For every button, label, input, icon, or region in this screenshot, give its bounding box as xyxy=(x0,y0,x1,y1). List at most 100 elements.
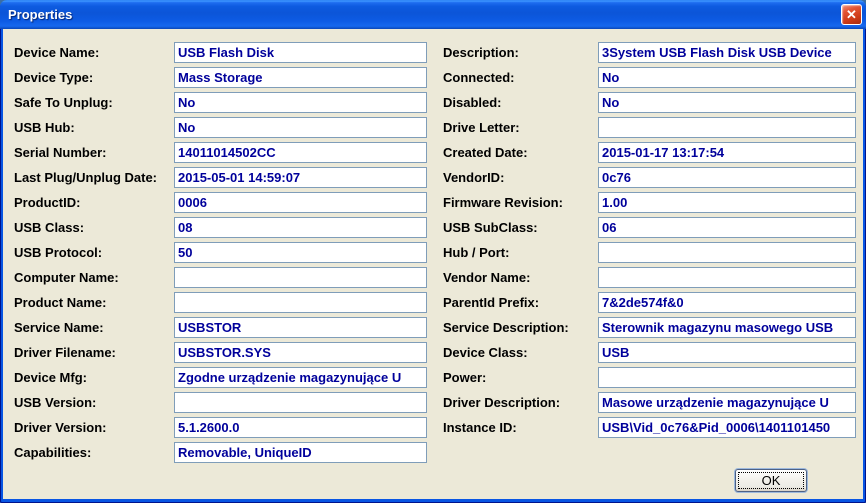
dialog-body: Device Name: USB Flash Disk Device Type:… xyxy=(3,29,863,499)
titlebar[interactable]: Properties ✕ xyxy=(0,0,866,29)
property-value-field[interactable]: Sterownik magazynu masowego USB xyxy=(598,317,856,338)
property-value-field[interactable]: No xyxy=(598,92,856,113)
property-value-field[interactable]: 5.1.2600.0 xyxy=(174,417,427,438)
property-label: Device Type: xyxy=(14,70,94,85)
property-row: USB Hub: No xyxy=(11,115,427,140)
property-row: Created Date: 2015-01-17 13:17:54 xyxy=(440,140,856,165)
property-row: Vendor Name: xyxy=(440,265,856,290)
property-label: Service Description: xyxy=(443,320,569,335)
property-value-field[interactable]: USB xyxy=(598,342,856,363)
property-label: Created Date: xyxy=(443,145,528,160)
property-label: ProductID: xyxy=(14,195,81,210)
property-row: ProductID: 0006 xyxy=(11,190,427,215)
property-row: Capabilities: Removable, UniqueID xyxy=(11,440,427,465)
property-value-field[interactable]: USBSTOR xyxy=(174,317,427,338)
property-label: Service Name: xyxy=(14,320,104,335)
property-label: Last Plug/Unplug Date: xyxy=(14,170,157,185)
property-label: USB SubClass: xyxy=(443,220,538,235)
property-row: Product Name: xyxy=(11,290,427,315)
property-row: Serial Number: 14011014502CC xyxy=(11,140,427,165)
property-label: Serial Number: xyxy=(14,145,107,160)
property-label: USB Hub: xyxy=(14,120,75,135)
property-row: Hub / Port: xyxy=(440,240,856,265)
property-label: Device Mfg: xyxy=(14,370,87,385)
property-value-field[interactable]: 2015-01-17 13:17:54 xyxy=(598,142,856,163)
property-value-field[interactable] xyxy=(598,267,856,288)
property-row: Service Description: Sterownik magazynu … xyxy=(440,315,856,340)
property-row: Instance ID: USB\Vid_0c76&Pid_0006\14011… xyxy=(440,415,856,440)
property-label: Drive Letter: xyxy=(443,120,520,135)
property-label: Safe To Unplug: xyxy=(14,95,113,110)
property-value-field[interactable]: 0006 xyxy=(174,192,427,213)
property-row: Driver Filename: USBSTOR.SYS xyxy=(11,340,427,365)
property-label: VendorID: xyxy=(443,170,505,185)
property-value-field[interactable] xyxy=(174,392,427,413)
property-value-field[interactable]: USBSTOR.SYS xyxy=(174,342,427,363)
property-value-field[interactable]: 3System USB Flash Disk USB Device xyxy=(598,42,856,63)
property-value-field[interactable]: 7&2de574f&0 xyxy=(598,292,856,313)
property-row: Drive Letter: xyxy=(440,115,856,140)
property-row: USB SubClass: 06 xyxy=(440,215,856,240)
right-column: Description: 3System USB Flash Disk USB … xyxy=(440,40,856,440)
property-label: Hub / Port: xyxy=(443,245,510,260)
property-value-field[interactable] xyxy=(174,267,427,288)
property-value-field[interactable]: 08 xyxy=(174,217,427,238)
ok-button[interactable]: OK xyxy=(735,469,807,492)
property-row: USB Protocol: 50 xyxy=(11,240,427,265)
property-value-field[interactable]: 14011014502CC xyxy=(174,142,427,163)
property-value-field[interactable]: USB Flash Disk xyxy=(174,42,427,63)
property-value-field[interactable]: 50 xyxy=(174,242,427,263)
property-value-field[interactable] xyxy=(598,367,856,388)
property-label: ParentId Prefix: xyxy=(443,295,540,310)
property-label: Driver Description: xyxy=(443,395,561,410)
property-label: Vendor Name: xyxy=(443,270,531,285)
property-row: Device Type: Mass Storage xyxy=(11,65,427,90)
property-value-field[interactable]: No xyxy=(174,92,427,113)
property-row: Firmware Revision: 1.00 xyxy=(440,190,856,215)
property-label: USB Protocol: xyxy=(14,245,103,260)
property-row: Computer Name: xyxy=(11,265,427,290)
property-value-field[interactable]: 06 xyxy=(598,217,856,238)
property-label: Instance ID: xyxy=(443,420,517,435)
property-value-field[interactable]: Zgodne urządzenie magazynujące U xyxy=(174,367,427,388)
property-label: Computer Name: xyxy=(14,270,119,285)
property-label: Capabilities: xyxy=(14,445,92,460)
property-value-field[interactable]: No xyxy=(598,67,856,88)
property-row: Power: xyxy=(440,365,856,390)
property-value-field[interactable]: Mass Storage xyxy=(174,67,427,88)
property-row: Device Class: USB xyxy=(440,340,856,365)
property-value-field[interactable]: USB\Vid_0c76&Pid_0006\1401101450 xyxy=(598,417,856,438)
property-row: Disabled: No xyxy=(440,90,856,115)
close-icon: ✕ xyxy=(846,7,857,22)
window-title: Properties xyxy=(8,7,73,22)
property-row: Safe To Unplug: No xyxy=(11,90,427,115)
property-value-field[interactable]: 1.00 xyxy=(598,192,856,213)
property-row: USB Version: xyxy=(11,390,427,415)
property-value-field[interactable]: No xyxy=(174,117,427,138)
property-row: Device Mfg: Zgodne urządzenie magazynują… xyxy=(11,365,427,390)
property-value-field[interactable]: 0c76 xyxy=(598,167,856,188)
property-row: VendorID: 0c76 xyxy=(440,165,856,190)
close-button[interactable]: ✕ xyxy=(841,4,862,25)
property-value-field[interactable]: Masowe urządzenie magazynujące U xyxy=(598,392,856,413)
property-label: USB Version: xyxy=(14,395,97,410)
property-value-field[interactable]: 2015-05-01 14:59:07 xyxy=(174,167,427,188)
property-label: Description: xyxy=(443,45,519,60)
property-row: Driver Description: Masowe urządzenie ma… xyxy=(440,390,856,415)
property-row: Description: 3System USB Flash Disk USB … xyxy=(440,40,856,65)
property-label: Firmware Revision: xyxy=(443,195,563,210)
property-value-field[interactable] xyxy=(174,292,427,313)
property-value-field[interactable] xyxy=(598,117,856,138)
property-row: Driver Version: 5.1.2600.0 xyxy=(11,415,427,440)
property-label: Disabled: xyxy=(443,95,502,110)
property-row: Last Plug/Unplug Date: 2015-05-01 14:59:… xyxy=(11,165,427,190)
property-row: Connected: No xyxy=(440,65,856,90)
property-value-field[interactable] xyxy=(598,242,856,263)
property-label: USB Class: xyxy=(14,220,85,235)
property-label: Driver Filename: xyxy=(14,345,116,360)
property-row: Device Name: USB Flash Disk xyxy=(11,40,427,65)
property-label: Driver Version: xyxy=(14,420,107,435)
property-label: Connected: xyxy=(443,70,515,85)
property-value-field[interactable]: Removable, UniqueID xyxy=(174,442,427,463)
property-label: Product Name: xyxy=(14,295,107,310)
